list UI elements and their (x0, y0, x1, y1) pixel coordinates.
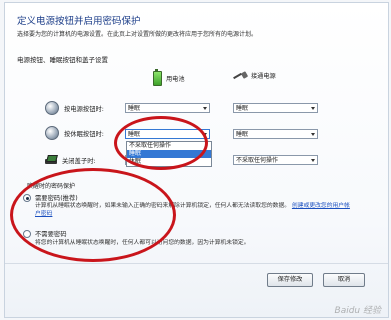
page-title: 定义电源按钮并启用密码保护 (17, 16, 141, 27)
chevron-down-icon (203, 133, 207, 136)
no-password-radio[interactable] (23, 230, 31, 238)
cancel-button[interactable]: 取消 (323, 273, 365, 287)
column-plugged-label: 接通电源 (251, 73, 276, 80)
no-password-description: 将您的计算机从睡眠状态唤醒时，任何人都可以访问您的数据，因为计算机未锁定。 (35, 240, 250, 246)
battery-icon (153, 69, 162, 86)
page-description: 选择要为您的计算机的电源设置。在此页上对设置所做的更改将应用于您所有的电源计划。 (17, 31, 258, 38)
sleep-button-plugged-select[interactable]: 睡眠 (233, 129, 318, 139)
laptop-lid-icon (45, 155, 58, 165)
chevron-down-icon (311, 133, 315, 136)
dropdown-option-sleep[interactable]: 睡眠 (127, 150, 211, 158)
power-button-icon (45, 101, 59, 115)
lid-close-label: 关闭盖子时: (62, 157, 96, 165)
require-password-option[interactable]: 需要密码(推荐) (23, 193, 78, 202)
save-changes-button[interactable]: 保存修改 (267, 273, 313, 287)
dropdown-option-hibernate[interactable]: 休眠 (127, 158, 211, 166)
sleep-button-label: 按休眠按钮时: (64, 130, 104, 138)
chevron-down-icon (311, 159, 315, 162)
sleep-button-plugged-value: 睡眠 (236, 131, 249, 138)
sleep-button-dropdown-list: 不采取任何操作 睡眠 休眠 (126, 141, 212, 167)
column-battery: 用电池 (153, 69, 185, 86)
no-password-option[interactable]: 不需要密码 (23, 229, 66, 238)
footer-divider (5, 263, 388, 264)
dropdown-option-do-nothing[interactable]: 不采取任何操作 (127, 142, 211, 150)
watermark: Baidu 经验 (334, 306, 381, 316)
power-button-battery-select[interactable]: 睡眠 (125, 103, 210, 113)
lid-close-row: 关闭盖子时: (45, 153, 132, 167)
column-plugged-in: 接通电源 (233, 71, 276, 80)
sleep-button-battery-select[interactable]: 睡眠 (125, 129, 210, 139)
sleep-button-row: 按休眠按钮时: (45, 126, 134, 140)
require-password-label: 需要密码(推荐) (35, 195, 78, 202)
power-button-plugged-select[interactable]: 睡眠 (233, 103, 318, 113)
password-section-title: 唤醒时的密码保护 (27, 183, 76, 190)
chevron-down-icon (311, 107, 315, 110)
power-button-row: 按电源按钮时: (45, 101, 134, 115)
power-button-plugged-value: 睡眠 (236, 105, 249, 112)
chevron-down-icon (203, 107, 207, 110)
power-options-window: 定义电源按钮并启用密码保护 选择要为您的计算机的电源设置。在此页上对设置所做的更… (4, 2, 389, 318)
require-password-desc-text: 计算机从睡眠状态唤醒时，如果未输入正确的密码来解除计算机锁定，任何人都无法读取您… (35, 203, 291, 209)
lid-close-plugged-select[interactable]: 不采取任何操作 (233, 155, 318, 165)
require-password-description: 计算机从睡眠状态唤醒时，如果未输入正确的密码来解除计算机锁定，任何人都无法读取您… (35, 202, 355, 218)
sleep-button-battery-value: 睡眠 (128, 131, 141, 138)
plug-icon (233, 72, 247, 80)
column-battery-label: 用电池 (166, 76, 185, 83)
power-buttons-section-title: 电源按钮、睡眠按钮和盖子设置 (17, 56, 108, 64)
lid-close-plugged-value: 不采取任何操作 (236, 157, 279, 164)
no-password-label: 不需要密码 (35, 231, 67, 238)
require-password-radio[interactable] (23, 194, 31, 202)
sleep-button-icon (45, 126, 59, 140)
power-button-battery-value: 睡眠 (128, 105, 141, 112)
power-button-label: 按电源按钮时: (64, 105, 104, 113)
